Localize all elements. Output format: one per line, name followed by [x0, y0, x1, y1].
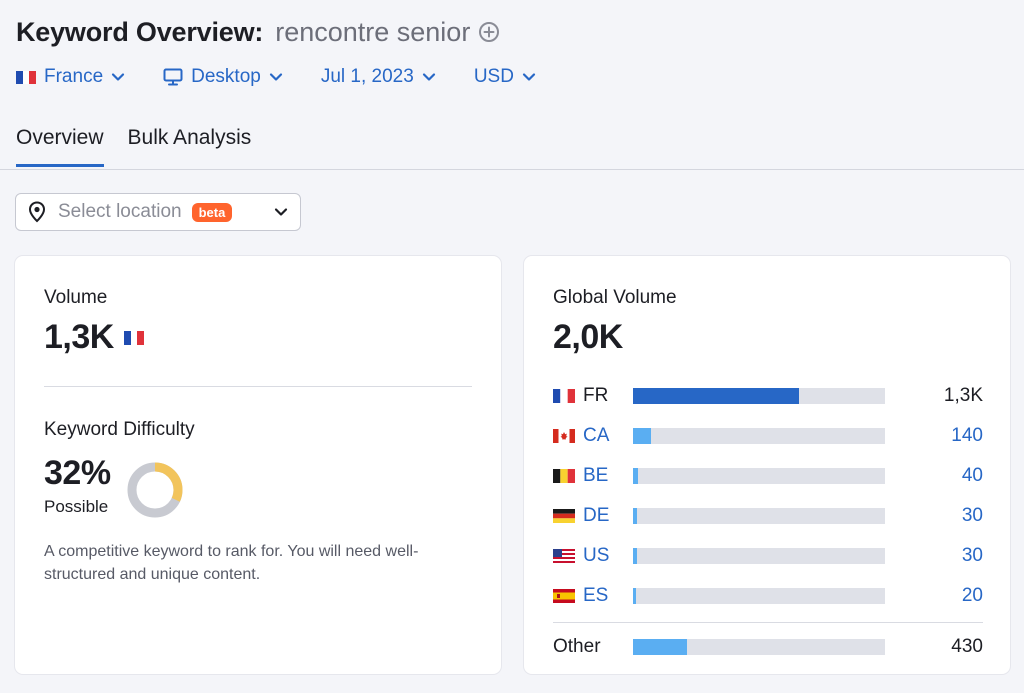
tab-overview[interactable]: Overview [16, 126, 104, 167]
belgium-flag-icon [553, 469, 575, 483]
kd-donut-chart [127, 462, 183, 518]
chevron-down-icon [111, 72, 125, 82]
country-row[interactable]: ES 20 [553, 576, 983, 616]
kd-level: Possible [44, 497, 109, 516]
chevron-down-icon [274, 207, 288, 217]
divider [44, 386, 472, 387]
country-row[interactable]: CA 140 [553, 416, 983, 456]
tab-bulk-analysis[interactable]: Bulk Analysis [128, 126, 252, 167]
france-flag-icon [553, 389, 575, 403]
kd-value: 32% [44, 454, 111, 492]
keyword-text: rencontre senior [275, 16, 471, 47]
chevron-down-icon [422, 72, 436, 82]
page-title: Keyword Overview: [16, 16, 264, 47]
device-filter[interactable]: Desktop [163, 66, 283, 88]
volume-bar-track [633, 548, 885, 564]
country-volume-link[interactable]: 40 [962, 465, 983, 487]
chevron-down-icon [269, 72, 283, 82]
volume-bar-track [633, 388, 885, 404]
currency-filter[interactable]: USD [474, 66, 536, 88]
country-code-link[interactable]: CA [583, 425, 633, 447]
country-row: FR 1,3K [553, 376, 983, 416]
database-filter-label: France [44, 66, 104, 87]
volume-bar-fill [633, 428, 651, 444]
country-volume-link[interactable]: 20 [962, 585, 983, 607]
location-placeholder: Select location [58, 201, 182, 222]
country-row[interactable]: US 30 [553, 536, 983, 576]
germany-flag-icon [553, 509, 575, 523]
plus-circle-icon[interactable] [478, 21, 500, 43]
volume-bar-track [633, 468, 885, 484]
france-flag-icon [16, 70, 37, 84]
country-code-link[interactable]: ES [583, 585, 633, 607]
volume-bar-track [633, 588, 885, 604]
volume-bar-fill [633, 388, 800, 404]
country-volume-link[interactable]: 30 [962, 545, 983, 567]
global-volume-value: 2,0K [553, 318, 623, 356]
beta-badge: beta [191, 202, 233, 222]
other-volume: 430 [951, 636, 983, 657]
tab-divider [0, 169, 1024, 170]
date-filter-label: Jul 1, 2023 [320, 66, 414, 87]
country-code-link[interactable]: US [583, 545, 633, 567]
kd-description: A competitive keyword to rank for. You w… [44, 543, 419, 583]
volume-value: 1,3K [44, 318, 114, 356]
divider [553, 622, 983, 623]
global-volume-label: Global Volume [553, 287, 677, 308]
currency-filter-label: USD [473, 66, 514, 87]
volume-bar-track [633, 639, 885, 655]
country-volume: 1,3K [943, 385, 983, 406]
country-row[interactable]: DE 30 [553, 496, 983, 536]
country-volume-link[interactable]: 30 [962, 505, 983, 527]
chevron-down-icon [522, 72, 536, 82]
location-select[interactable]: Select location beta [15, 193, 301, 231]
country-code: FR [583, 385, 609, 406]
country-code-link[interactable]: BE [583, 465, 633, 487]
tab-bar: Overview Bulk Analysis [16, 126, 275, 167]
country-volume-link[interactable]: 140 [951, 425, 983, 447]
location-pin-icon [28, 201, 46, 223]
kd-label: Keyword Difficulty [44, 419, 195, 440]
canada-flag-icon [553, 429, 575, 443]
volume-bar-track [633, 428, 885, 444]
page-header: Keyword Overview: rencontre senior Franc… [16, 14, 1008, 92]
usa-flag-icon [553, 549, 575, 563]
volume-card: Volume 1,3K Keyword Difficulty 32% Possi… [15, 256, 501, 674]
volume-bar-fill [633, 588, 636, 604]
database-filter[interactable]: France [16, 66, 125, 88]
volume-bar-fill [633, 548, 637, 564]
country-code-link[interactable]: DE [583, 505, 633, 527]
country-list: FR 1,3K CA 140 BE 40 DE 30 US 30 ES 20 O… [553, 376, 983, 667]
other-row: Other 430 [553, 627, 983, 667]
global-volume-card: Global Volume 2,0K FR 1,3K CA 140 BE 40 … [524, 256, 1010, 674]
other-label: Other [553, 636, 601, 657]
volume-bar-fill [633, 639, 688, 655]
volume-bar-fill [633, 468, 639, 484]
france-flag-icon [123, 330, 144, 345]
volume-bar-track [633, 508, 885, 524]
desktop-monitor-icon [163, 68, 183, 86]
volume-bar-fill [633, 508, 637, 524]
date-filter[interactable]: Jul 1, 2023 [321, 66, 436, 88]
spain-flag-icon [553, 589, 575, 603]
device-filter-label: Desktop [191, 66, 261, 87]
country-row[interactable]: BE 40 [553, 456, 983, 496]
volume-label: Volume [44, 287, 108, 308]
